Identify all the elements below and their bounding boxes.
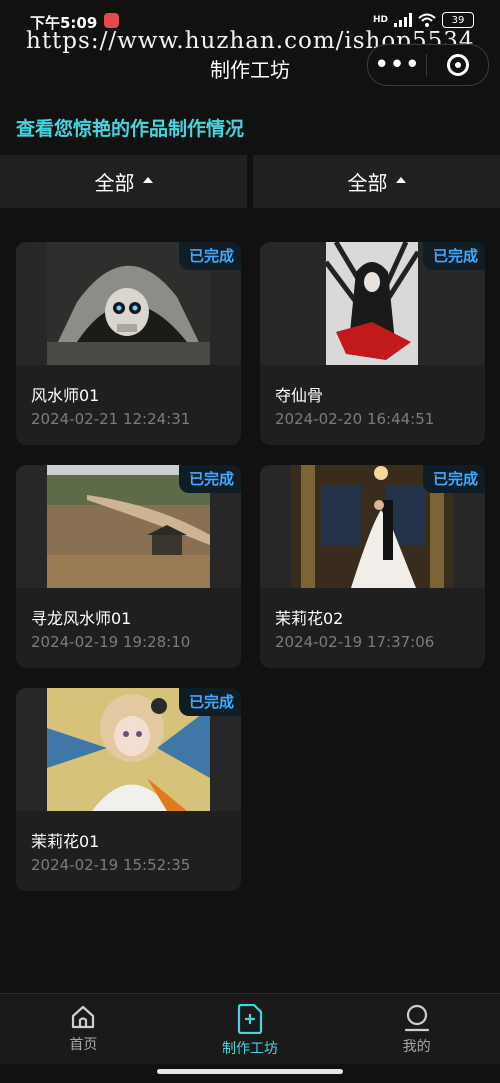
profile-icon xyxy=(404,1004,429,1032)
work-title: 茉莉花02 xyxy=(275,609,344,628)
network-label: HD xyxy=(372,15,388,25)
work-title: 风水师01 xyxy=(31,386,100,405)
filter-dropdown-left[interactable]: 全部 xyxy=(0,155,247,208)
caret-up-icon xyxy=(142,177,153,183)
tab-profile[interactable]: 我的 xyxy=(333,994,500,1064)
thumbnail-area: 已完成 xyxy=(16,465,241,588)
status-badge: 已完成 xyxy=(422,242,485,270)
thumbnail-area: 已完成 xyxy=(260,465,485,588)
battery-icon: 39 xyxy=(442,12,474,28)
filter-label: 全部 xyxy=(94,171,135,195)
status-badge: 已完成 xyxy=(178,465,241,493)
wifi-icon xyxy=(418,13,436,27)
page-subtitle: 查看您惊艳的作品制作情况 xyxy=(16,118,245,140)
work-card[interactable]: 已完成 茉莉花01 2024-02-19 15:52:35 xyxy=(16,688,241,891)
filter-bar: 全部 全部 xyxy=(0,155,500,208)
work-date: 2024-02-21 12:24:31 xyxy=(31,410,191,428)
target-circle-icon xyxy=(446,54,469,76)
work-title: 寻龙风水师01 xyxy=(31,609,132,628)
more-options-button[interactable]: ••• xyxy=(368,52,426,78)
signal-icon xyxy=(394,13,412,27)
nav-bar: 制作工坊 ••• xyxy=(0,44,500,90)
filter-dropdown-right[interactable]: 全部 xyxy=(253,155,500,208)
tab-label: 我的 xyxy=(402,1039,431,1055)
work-date: 2024-02-20 16:44:51 xyxy=(275,410,435,428)
tab-label: 制作工坊 xyxy=(222,1041,278,1057)
home-icon xyxy=(72,1005,95,1029)
status-badge: 已完成 xyxy=(178,242,241,270)
work-title: 夺仙骨 xyxy=(275,386,324,405)
work-date: 2024-02-19 17:37:06 xyxy=(275,633,435,651)
thumbnail-area: 已完成 xyxy=(16,688,241,811)
thumbnail-area: 已完成 xyxy=(16,242,241,365)
more-dots-icon: ••• xyxy=(373,50,420,80)
caret-up-icon xyxy=(395,177,406,183)
tab-workshop[interactable]: 制作工坊 xyxy=(167,994,334,1064)
work-title: 茉莉花01 xyxy=(31,832,100,851)
work-thumbnail-dark-figure xyxy=(326,242,418,365)
bottom-tab-bar: 首页 制作工坊 我的 xyxy=(0,993,500,1064)
tab-label: 首页 xyxy=(69,1037,98,1053)
miniprogram-capsule: ••• xyxy=(367,44,489,86)
status-indicators: HD 39 xyxy=(373,12,474,28)
home-indicator[interactable] xyxy=(157,1069,343,1074)
notification-app-icon xyxy=(104,13,119,28)
work-card[interactable]: 已完成 寻龙风水师01 2024-02-19 19:28:10 xyxy=(16,465,241,668)
tab-home[interactable]: 首页 xyxy=(0,994,167,1064)
thumbnail-area: 已完成 xyxy=(260,242,485,365)
close-miniprogram-button[interactable] xyxy=(427,54,488,76)
status-badge: 已完成 xyxy=(422,465,485,493)
status-badge: 已完成 xyxy=(178,688,241,716)
work-card[interactable]: 已完成 夺仙骨 2024-02-20 16:44:51 xyxy=(260,242,485,445)
filter-label: 全部 xyxy=(347,171,388,195)
work-card[interactable]: 已完成 茉莉花02 2024-02-19 17:37:06 xyxy=(260,465,485,668)
create-document-icon xyxy=(237,1004,263,1034)
work-date: 2024-02-19 15:52:35 xyxy=(31,856,191,874)
work-date: 2024-02-19 19:28:10 xyxy=(31,633,191,651)
work-card[interactable]: 已完成 风水师01 2024-02-21 12:24:31 xyxy=(16,242,241,445)
